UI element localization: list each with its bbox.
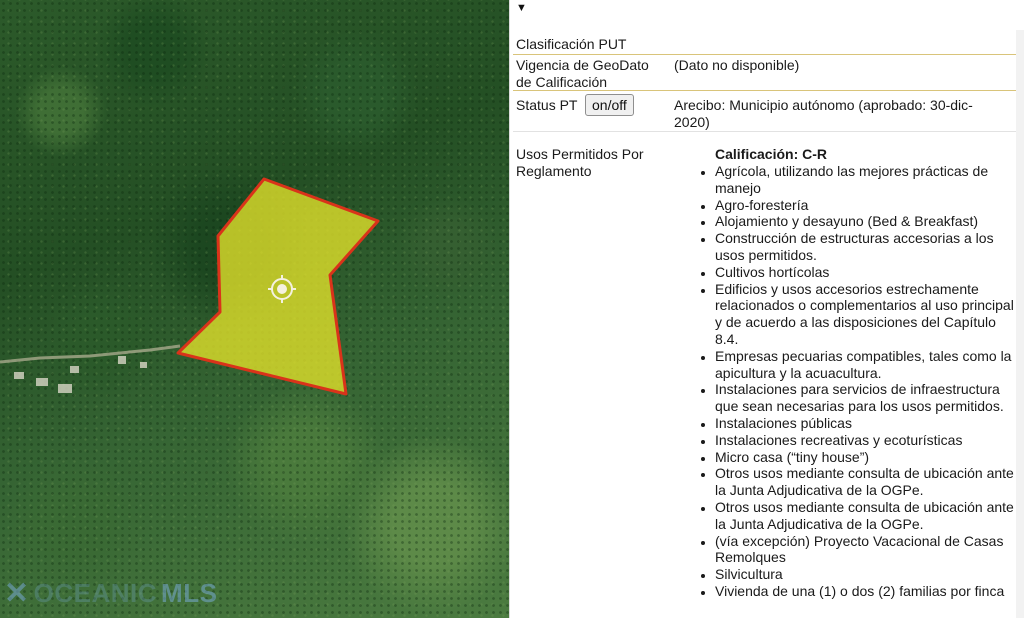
row-clasificacion-put: Clasificación PUT bbox=[513, 34, 1016, 55]
list-item: Instalaciones recreativas y ecoturística… bbox=[715, 432, 1020, 449]
list-item: Cultivos hortícolas bbox=[715, 264, 1020, 281]
info-panel: ▼ Clasificación PUT Vigencia de GeoDato … bbox=[509, 0, 1024, 618]
list-item: Silvicultura bbox=[715, 566, 1020, 583]
list-item: Empresas pecuarias compatibles, tales co… bbox=[715, 348, 1020, 382]
watermark-brand: MLS bbox=[161, 578, 218, 608]
list-item: Instalaciones públicas bbox=[715, 415, 1020, 432]
watermark-logo: ✕ OCEANIC MLS bbox=[4, 578, 217, 609]
row-label: Usos Permitidos Por Reglamento bbox=[516, 146, 644, 179]
satellite-map[interactable]: ✕ OCEANIC MLS bbox=[0, 0, 509, 618]
x-logo-icon: ✕ bbox=[4, 576, 30, 610]
list-item: (vía excepción) Proyecto Vacacional de C… bbox=[715, 533, 1020, 567]
list-item: Agro-forestería bbox=[715, 197, 1020, 214]
list-item: Agrícola, utilizando las mejores práctic… bbox=[715, 163, 1020, 197]
buildings-cluster bbox=[14, 356, 147, 393]
row-label: Clasificación PUT bbox=[516, 36, 627, 52]
watermark-text: OCEANIC bbox=[33, 578, 158, 608]
list-item: Edificios y usos accesorios estrechament… bbox=[715, 281, 1020, 348]
list-item: Instalaciones para servicios de infraest… bbox=[715, 381, 1020, 415]
list-item: Otros usos mediante consulta de ubicació… bbox=[715, 499, 1020, 533]
row-vigencia-geodato: Vigencia de GeoDato de Calificación (Dat… bbox=[513, 56, 1016, 91]
list-item: Micro casa (“tiny house”) bbox=[715, 449, 1020, 466]
row-status-pt: Status PT on/off Arecibo: Municipio autó… bbox=[513, 92, 1016, 132]
usos-list: Agrícola, utilizando las mejores práctic… bbox=[715, 163, 1020, 600]
calificacion-title: Calificación: C-R bbox=[715, 146, 828, 162]
row-label: Vigencia de GeoDato de Calificación bbox=[516, 57, 649, 90]
list-item: Vivienda de una (1) o dos (2) familias p… bbox=[715, 583, 1020, 600]
row-value: (Dato no disponible) bbox=[674, 57, 800, 73]
list-item: Construcción de estructuras accesorias a… bbox=[715, 230, 1020, 264]
road-path bbox=[0, 344, 181, 364]
row-label: Status PT bbox=[516, 97, 578, 113]
on-off-toggle-button[interactable]: on/off bbox=[585, 94, 634, 116]
list-item: Otros usos mediante consulta de ubicació… bbox=[715, 465, 1020, 499]
map-overlay bbox=[0, 177, 380, 396]
collapse-triangle-icon[interactable]: ▼ bbox=[516, 0, 527, 17]
row-value: Arecibo: Municipio autónomo (aprobado: 3… bbox=[674, 97, 973, 130]
row-usos-permitidos: Usos Permitidos Por Reglamento Calificac… bbox=[513, 144, 1016, 618]
list-item: Alojamiento y desayuno (Bed & Breakfast) bbox=[715, 213, 1020, 230]
